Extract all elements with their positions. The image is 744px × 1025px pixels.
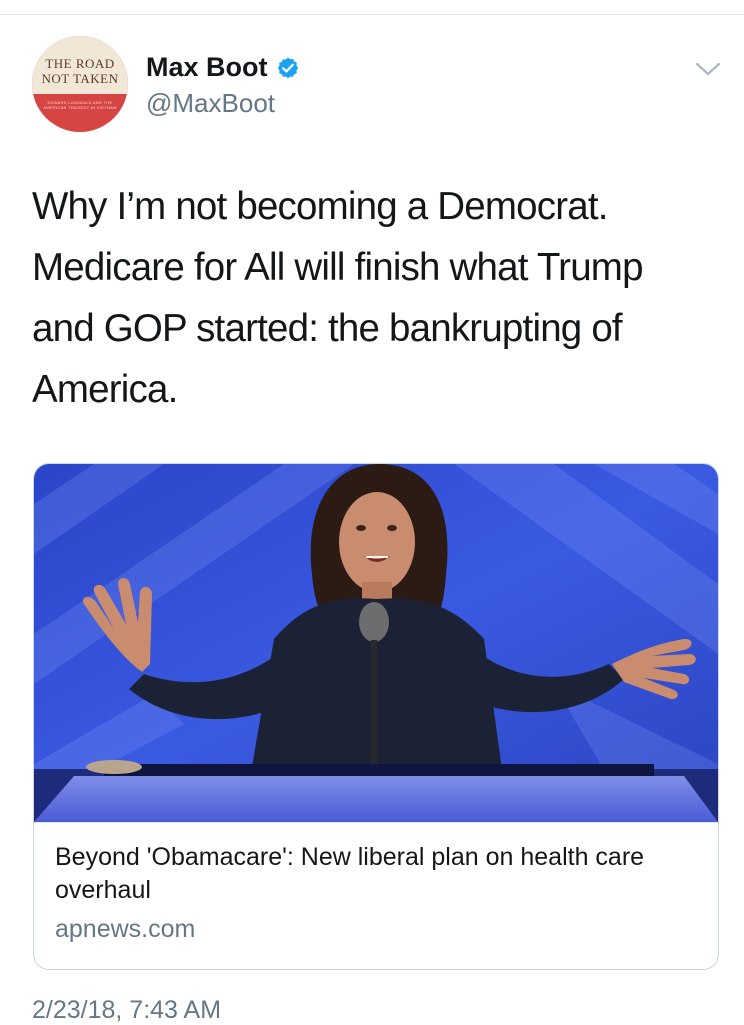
avatar-text-line1: THE ROAD — [45, 56, 115, 71]
tweet: THE ROAD NOT TAKEN EDWARD LANSDALE AND T… — [0, 0, 744, 1024]
card-title[interactable]: Beyond 'Obamacare': New liberal plan on … — [55, 841, 695, 907]
chevron-down-icon[interactable] — [694, 60, 722, 78]
tweet-text: Why I’m not becoming a Democrat. Medicar… — [32, 185, 643, 411]
card-image[interactable] — [34, 464, 718, 822]
tweet-header: THE ROAD NOT TAKEN EDWARD LANSDALE AND T… — [32, 36, 722, 136]
verified-badge-icon — [277, 57, 298, 78]
link-card[interactable]: Beyond 'Obamacare': New liberal plan on … — [33, 463, 719, 970]
author-handle[interactable]: @MaxBoot — [146, 88, 275, 119]
avatar-subtitle: EDWARD LANSDALE AND THE AMERICAN TRAGEDY… — [43, 100, 117, 110]
author-name[interactable]: Max Boot — [146, 52, 268, 83]
avatar-text-line2: NOT TAKEN — [41, 71, 119, 86]
card-photo — [34, 464, 718, 822]
author-name-row: Max Boot — [146, 52, 300, 83]
card-domain: apnews.com — [55, 915, 196, 943]
avatar[interactable]: THE ROAD NOT TAKEN EDWARD LANSDALE AND T… — [32, 36, 128, 132]
card-body[interactable]: Beyond 'Obamacare': New liberal plan on … — [34, 822, 718, 969]
